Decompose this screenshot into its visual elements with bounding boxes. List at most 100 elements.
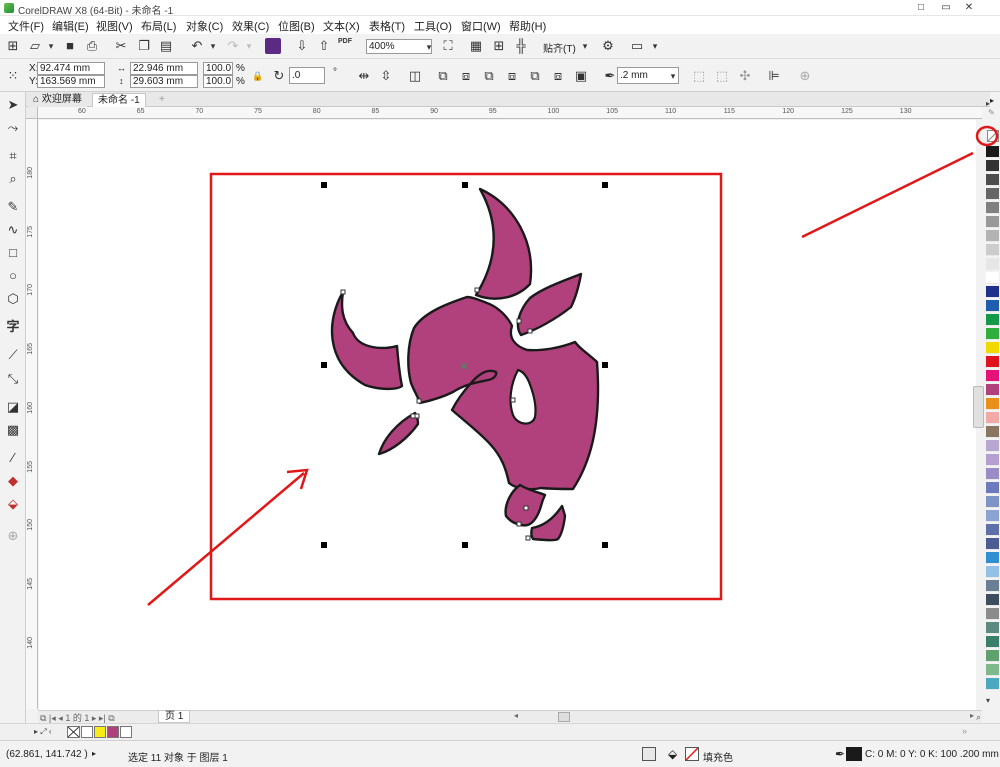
palette-swatch[interactable] <box>986 580 999 592</box>
tab-document[interactable]: 未命名 -1 <box>92 93 146 107</box>
palette-swatch[interactable] <box>986 636 999 648</box>
application-launcher-icon[interactable]: ▭ <box>628 37 646 55</box>
paste-icon[interactable]: ▤ <box>157 37 175 55</box>
palette-scroll-grip[interactable] <box>973 386 984 428</box>
palette-swatch[interactable] <box>986 650 999 662</box>
eyedropper-icon[interactable]: ⁄ <box>4 449 22 467</box>
mirror-horizontal-icon[interactable]: ⇹ <box>355 67 373 85</box>
align-distribute-icon[interactable]: ⊫ <box>765 67 783 85</box>
palette-swatch[interactable] <box>986 468 999 480</box>
parallel-dimension-icon[interactable]: ⟋ <box>4 346 22 364</box>
palette-swatch[interactable] <box>986 412 999 424</box>
palette-swatch[interactable] <box>986 216 999 228</box>
save-icon[interactable]: ■ <box>61 37 79 55</box>
polygon-tool-icon[interactable]: ⬡ <box>4 290 22 308</box>
menu-tools[interactable]: 工具(O) <box>414 18 452 34</box>
horizontal-ruler[interactable]: 60 65 70 75 80 85 90 95 100 105 110 115 120 125 130 <box>38 107 982 119</box>
outline-pen-status-icon[interactable]: ✒ <box>835 747 845 761</box>
import-icon[interactable]: ⇩ <box>293 37 311 55</box>
hscroll-thumb[interactable] <box>558 712 570 722</box>
docpal-expand-icon[interactable]: » <box>962 726 967 736</box>
menu-effects[interactable]: 效果(C) <box>232 18 269 34</box>
lock-ratio-icon[interactable]: 🔒 <box>249 67 267 85</box>
convert-curves-icon[interactable]: ⬚ <box>713 67 731 85</box>
color-proof-icon[interactable] <box>642 747 656 761</box>
object-origin-icon[interactable]: ⁙ <box>4 67 22 85</box>
palette-swatch[interactable] <box>986 426 999 438</box>
menu-layout[interactable]: 布局(L) <box>141 18 176 34</box>
palette-swatch[interactable] <box>986 286 999 298</box>
outline-color-indicator[interactable] <box>846 747 862 761</box>
palette-swatch[interactable] <box>986 454 999 466</box>
palette-swatch[interactable] <box>986 356 999 368</box>
palette-scroll-down-icon[interactable]: ▾ <box>986 696 990 705</box>
close-button[interactable]: ✕ <box>958 0 980 16</box>
mirror-vertical-icon[interactable]: ⇳ <box>377 67 395 85</box>
shape-tool-icon[interactable]: ⤳ <box>4 119 22 137</box>
full-screen-icon[interactable]: ⛶ <box>439 37 457 55</box>
interactive-fill-icon[interactable]: ◆ <box>4 472 22 490</box>
drop-shadow-icon[interactable]: ◪ <box>4 398 22 416</box>
tab-welcome[interactable]: ⌂ 欢迎屏幕 <box>28 93 87 107</box>
fill-color-indicator[interactable] <box>685 747 699 761</box>
docpal-swatch[interactable] <box>120 726 132 738</box>
minimize-button[interactable]: ▭ <box>935 0 957 16</box>
rectangle-tool-icon[interactable]: □ <box>4 244 22 262</box>
group-icon[interactable]: ◫ <box>406 67 424 85</box>
palette-swatch[interactable] <box>986 608 999 620</box>
palette-swatch[interactable] <box>986 496 999 508</box>
drawing-canvas[interactable] <box>39 120 976 710</box>
docpal-swatch[interactable] <box>94 726 106 738</box>
front-minus-back-icon[interactable]: ⧉ <box>526 67 544 85</box>
show-guidelines-icon[interactable]: ╬ <box>512 37 530 55</box>
palette-swatch[interactable] <box>986 398 999 410</box>
palette-swatch[interactable] <box>986 300 999 312</box>
hscroll-right-icon[interactable]: ▸ <box>970 711 974 720</box>
menu-bitmaps[interactable]: 位图(B) <box>278 18 315 34</box>
menu-edit[interactable]: 编辑(E) <box>52 18 89 34</box>
search-content-icon[interactable] <box>265 38 281 54</box>
palette-swatch[interactable] <box>986 230 999 242</box>
palette-swatch[interactable] <box>986 174 999 186</box>
rotation-icon[interactable]: ↻ <box>270 67 288 85</box>
new-document-icon[interactable]: ⊞ <box>4 37 22 55</box>
palette-swatch[interactable] <box>986 552 999 564</box>
docpal-no-color[interactable] <box>67 726 80 738</box>
palette-swatch[interactable] <box>986 622 999 634</box>
palette-swatch[interactable] <box>986 482 999 494</box>
menu-text[interactable]: 文本(X) <box>323 18 360 34</box>
trim-icon[interactable]: ⧈ <box>457 67 475 85</box>
height-field[interactable]: 29.603 mm <box>130 75 198 88</box>
menu-object[interactable]: 对象(C) <box>186 18 223 34</box>
docpal-controls[interactable]: ▸ ⤢ ‹ <box>34 727 52 737</box>
add-icon[interactable]: ⊕ <box>796 67 814 85</box>
restore-icon[interactable]: □ <box>910 0 932 16</box>
vertical-ruler[interactable]: 180 175 170 165 160 155 150 145 140 <box>26 119 38 709</box>
zoom-tool-icon[interactable]: ⌕ <box>4 170 22 188</box>
redo-dropdown-icon[interactable]: ▾ <box>240 37 258 55</box>
palette-swatch[interactable] <box>986 594 999 606</box>
navigator-zoom-icon[interactable]: ⌕ <box>976 712 981 723</box>
artistic-media-icon[interactable]: ∿ <box>4 221 22 239</box>
snap-to-dropdown[interactable]: 贴齐(T) <box>543 40 576 55</box>
docpal-swatch[interactable] <box>107 726 119 738</box>
break-apart-icon[interactable]: ✣ <box>736 67 754 85</box>
fill-bucket-icon[interactable]: ⬙ <box>668 747 677 761</box>
palette-swatch[interactable] <box>986 510 999 522</box>
create-boundary-icon[interactable]: ▣ <box>572 67 590 85</box>
menu-file[interactable]: 文件(F) <box>8 18 44 34</box>
palette-swatch[interactable] <box>986 370 999 382</box>
palette-swatch[interactable] <box>986 272 999 284</box>
palette-swatch[interactable] <box>986 328 999 340</box>
ruler-origin[interactable] <box>26 107 38 119</box>
publish-pdf-icon[interactable]: PDF <box>338 38 352 45</box>
pick-tool-icon[interactable]: ➤ <box>4 96 22 114</box>
show-rulers-icon[interactable]: ▦ <box>467 37 485 55</box>
zoom-dropdown-icon[interactable]: ▾ <box>420 38 438 56</box>
palette-swatch[interactable] <box>986 440 999 452</box>
cut-icon[interactable]: ✂ <box>112 37 130 55</box>
snap-dropdown-icon[interactable]: ▾ <box>576 37 594 55</box>
launcher-dropdown-icon[interactable]: ▾ <box>646 37 664 55</box>
transparency-icon[interactable]: ▩ <box>4 421 22 439</box>
weld-icon[interactable]: ⧉ <box>434 67 452 85</box>
